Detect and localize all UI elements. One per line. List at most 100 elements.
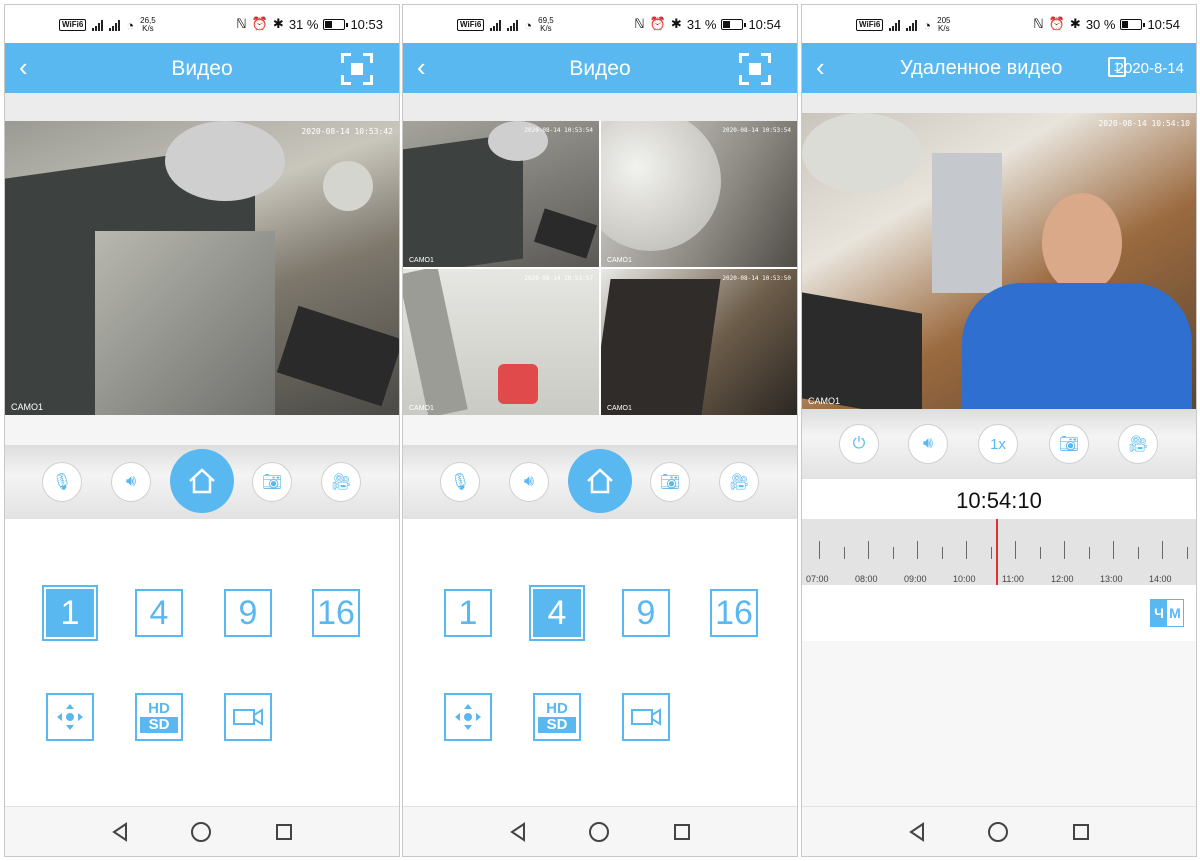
grid-9-button[interactable]: 9	[224, 589, 272, 637]
nav-home-icon[interactable]	[988, 822, 1008, 842]
speaker-button[interactable]: 🔊︎	[509, 462, 549, 502]
speaker-icon: 🔊︎	[125, 473, 137, 490]
wifi6-badge: WiFi6	[457, 19, 485, 31]
speaker-button[interactable]: 🔊︎	[908, 424, 948, 464]
grid-9-button[interactable]: 9	[622, 589, 670, 637]
wifi-icon: ◔	[524, 17, 533, 33]
grid-4-button[interactable]: 4	[529, 585, 585, 641]
signal-icon	[109, 19, 121, 31]
nav-home-icon[interactable]	[191, 822, 211, 842]
wifi6-badge: WiFi6	[856, 19, 884, 31]
record-button[interactable]: 🎥︎	[321, 462, 361, 502]
playback-video-view[interactable]: 2020-08-14 10:54:10 CAMO1	[802, 113, 1196, 409]
nav-back-icon[interactable]	[908, 822, 926, 842]
clock: 10:54	[1147, 16, 1180, 32]
sd-label: SD	[140, 717, 178, 733]
net-speed: 69,5 K/s	[538, 16, 554, 33]
spacer	[5, 415, 399, 445]
speaker-button[interactable]: 🔊︎	[111, 462, 151, 502]
hd-sd-button[interactable]: HD SD	[135, 693, 183, 741]
alarm-icon: ⏰	[251, 16, 268, 31]
nav-back-icon[interactable]	[111, 822, 129, 842]
record-button[interactable]: 🎥︎	[719, 462, 759, 502]
phone-screen-live-quad: WiFi6 ◔ 69,5 K/s ℕ ⏰ ✱ 31 % 10:54 ‹ Видео	[402, 4, 798, 857]
camera-tile[interactable]: 2020-08-14 10:53:54 CAMO1	[601, 121, 797, 267]
record-button[interactable]: 🎥︎	[1118, 424, 1158, 464]
timeline-tick	[868, 541, 869, 559]
timeline-hour-label: 07:00	[806, 574, 829, 584]
signal-icon	[889, 19, 901, 31]
camera-tile[interactable]: 2020-08-14 10:53:57 CAMO1	[403, 269, 599, 415]
selected-date[interactable]: 2020-8-14	[1116, 60, 1184, 77]
app-header: ‹ Удаленное видео 1 2020-8-14	[802, 43, 1196, 93]
page-title: Видео	[171, 57, 233, 80]
current-playback-time: 10:54:10	[956, 488, 1042, 513]
timeline-tick	[1186, 547, 1188, 559]
back-chevron-icon[interactable]: ‹	[816, 53, 825, 81]
timeline-tick	[990, 547, 992, 559]
signal-icon	[490, 19, 502, 31]
timeline-hour-label: 13:00	[1100, 574, 1123, 584]
camera-label: CAMO1	[409, 257, 434, 264]
hour-minute-toggle[interactable]: Ч М	[1150, 599, 1184, 627]
camera-feed: 2020-08-14 10:53:42 CAMO1	[5, 121, 399, 415]
android-nav-bar	[802, 806, 1196, 856]
net-speed: 205 K/s	[937, 16, 951, 33]
nav-home-icon[interactable]	[589, 822, 609, 842]
video-playback-button[interactable]	[622, 693, 670, 741]
hd-sd-button[interactable]: HD SD	[533, 693, 581, 741]
timeline-hour-label: 14:00	[1149, 574, 1172, 584]
microphone-button[interactable]: 🎙︎	[42, 462, 82, 502]
nav-recent-icon[interactable]	[1073, 824, 1089, 840]
fullscreen-icon[interactable]	[341, 53, 373, 85]
microphone-button[interactable]: 🎙︎	[440, 462, 480, 502]
timeline-tick	[1137, 547, 1139, 559]
grid-4-button[interactable]: 4	[135, 589, 183, 637]
timeline-playhead[interactable]	[996, 519, 998, 585]
grid-16-button[interactable]: 16	[312, 589, 360, 637]
timeline-scrubber[interactable]: 07:00 08:00 09:00 10:00 11:00 12:00 13:00 14:00	[802, 519, 1196, 585]
timeline-hour-label: 08:00	[855, 574, 878, 584]
video-record-icon: 🎥︎	[330, 474, 352, 491]
android-nav-bar	[5, 806, 399, 856]
video-playback-button[interactable]	[224, 693, 272, 741]
hour-toggle[interactable]: Ч	[1151, 600, 1167, 626]
live-video-view[interactable]: 2020-08-14 10:53:42 CAMO1	[5, 121, 399, 415]
snapshot-button[interactable]: 📷︎	[1049, 424, 1089, 464]
nav-back-icon[interactable]	[509, 822, 527, 842]
ptz-button[interactable]	[46, 693, 94, 741]
nav-recent-icon[interactable]	[276, 824, 292, 840]
nav-recent-icon[interactable]	[674, 824, 690, 840]
home-button[interactable]	[568, 449, 632, 513]
fullscreen-icon[interactable]	[739, 53, 771, 85]
grid-1-button[interactable]: 1	[444, 589, 492, 637]
video-timestamp: 2020-08-14 10:53:42	[301, 127, 393, 136]
snapshot-button[interactable]: 📷︎	[650, 462, 690, 502]
microphone-icon: 🎙︎	[51, 474, 73, 491]
divider-strip	[802, 93, 1196, 113]
control-bar: 🎙︎ 🔊︎ 📷︎ 🎥︎	[5, 445, 399, 519]
live-video-grid: 2020-08-14 10:53:54 CAMO1 2020-08-14 10:…	[403, 121, 797, 415]
snapshot-button[interactable]: 📷︎	[252, 462, 292, 502]
timeline-tick	[966, 541, 967, 559]
power-button[interactable]: ⏻	[839, 424, 879, 464]
wifi-icon: ◔	[126, 17, 135, 33]
ptz-arrows-icon	[57, 704, 83, 730]
app-header: ‹ Видео	[403, 43, 797, 93]
camera-tile[interactable]: 2020-08-14 10:53:50 CAMO1	[601, 269, 797, 415]
status-bar: WiFi6 ◔ 205 K/s ℕ ⏰ ✱ 30 % 10:54	[802, 5, 1196, 43]
ptz-button[interactable]	[444, 693, 492, 741]
signal-icon	[92, 19, 104, 31]
camera-feed: 2020-08-14 10:54:10 CAMO1	[802, 113, 1196, 409]
alarm-icon: ⏰	[649, 16, 666, 31]
grid-16-button[interactable]: 16	[710, 589, 758, 637]
playback-speed-button[interactable]: 1x	[978, 424, 1018, 464]
sd-label: SD	[538, 717, 576, 733]
timeline-tick	[892, 547, 894, 559]
minute-toggle[interactable]: М	[1167, 600, 1183, 626]
home-button[interactable]	[170, 449, 234, 513]
camera-tile[interactable]: 2020-08-14 10:53:54 CAMO1	[403, 121, 599, 267]
power-icon: ⏻	[852, 435, 866, 452]
grid-1-button[interactable]: 1	[42, 585, 98, 641]
bluetooth-icon: ✱	[670, 16, 682, 31]
